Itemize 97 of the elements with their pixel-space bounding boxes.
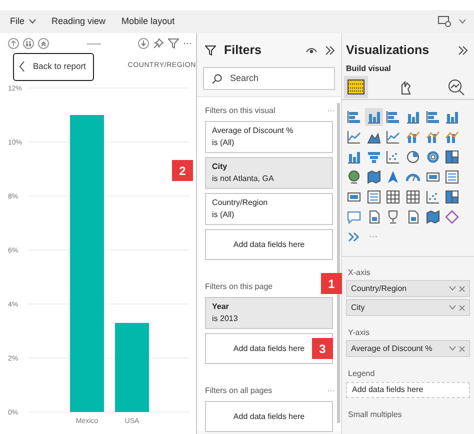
bar-chart-icon[interactable]: [347, 110, 361, 124]
treemap-icon[interactable]: [445, 150, 460, 164]
card-icon[interactable]: [347, 190, 361, 204]
card-icon[interactable]: [426, 170, 440, 184]
close-icon[interactable]: [459, 286, 465, 292]
eye-icon[interactable]: [306, 46, 317, 54]
section-title: Filters on this visual: [205, 105, 276, 117]
menu-item[interactable]: Mobile layout: [122, 14, 175, 28]
column-chart-icon[interactable]: [366, 110, 381, 124]
share-screen-icon[interactable]: [438, 16, 451, 27]
filter-icon[interactable]: [168, 38, 179, 49]
well-title: Y-axis: [348, 327, 370, 339]
column-chart-icon[interactable]: [406, 110, 420, 124]
section-title: Filters on this page: [205, 281, 273, 293]
table-icon[interactable]: [406, 190, 420, 204]
combo-chart-icon[interactable]: [445, 130, 460, 144]
field-pill[interactable]: Average of Discount %: [346, 340, 470, 357]
filter-icon: [205, 44, 216, 56]
section-title: Filters on all pages: [205, 385, 272, 397]
line-chart-icon[interactable]: [386, 130, 400, 144]
globe-icon[interactable]: [347, 170, 361, 184]
callout-number: 2: [172, 160, 193, 181]
chevron-left-icon: [19, 61, 25, 72]
map-icon[interactable]: [426, 210, 440, 224]
field-pill[interactable]: City: [346, 299, 470, 316]
close-icon[interactable]: [459, 304, 465, 310]
pie-chart-icon[interactable]: [406, 150, 420, 164]
table-icon[interactable]: [386, 190, 400, 204]
trophy-icon[interactable]: [386, 210, 400, 224]
filter-field: Country/Region: [212, 197, 326, 209]
filter-field: Average of Discount %: [212, 125, 326, 137]
drop-zone[interactable]: Add data fields here 3: [205, 333, 333, 364]
collapse-icon[interactable]: [458, 46, 468, 54]
search-field[interactable]: Search: [203, 67, 335, 90]
drill-up-icon[interactable]: [8, 38, 19, 49]
drag-handle-icon[interactable]: [86, 42, 100, 46]
column-chart-icon[interactable]: [347, 150, 361, 164]
navigation-arrow-icon[interactable]: [386, 170, 400, 184]
close-icon[interactable]: [459, 346, 465, 352]
document-icon[interactable]: [406, 210, 420, 224]
back-button[interactable]: Back to report: [13, 52, 94, 80]
filter-condition: is (All): [212, 209, 236, 221]
build-visual-icon[interactable]: [346, 77, 366, 97]
filter-card[interactable]: Year is 2013: [205, 297, 333, 329]
pin-icon[interactable]: [153, 38, 164, 49]
donut-chart-icon[interactable]: [426, 150, 440, 164]
filter-card[interactable]: Country/Region is (All): [205, 193, 333, 225]
list-icon[interactable]: [445, 170, 460, 184]
drop-zone[interactable]: Add data fields here: [346, 382, 470, 398]
field-pill[interactable]: Country/Region: [346, 280, 470, 297]
well-title: Small multiples: [348, 409, 402, 421]
drop-zone[interactable]: Add data fields here: [205, 229, 333, 260]
bar-chart-icon[interactable]: [426, 110, 440, 124]
list-icon[interactable]: [366, 190, 381, 204]
chevron-down-icon[interactable]: [449, 305, 456, 310]
filter-condition: is (All): [212, 137, 236, 149]
filter-condition: is not Atlanta, GA: [212, 173, 275, 185]
column-chart-icon[interactable]: [445, 110, 460, 124]
diamond-icon[interactable]: [445, 210, 460, 224]
chevron-down-icon[interactable]: [449, 286, 456, 291]
callout-number: 1: [321, 273, 342, 294]
chevrons-icon[interactable]: [347, 230, 361, 244]
filter-card[interactable]: Average of Discount % is (All): [205, 121, 333, 153]
callout-number: 3: [312, 338, 333, 359]
treemap-icon[interactable]: [445, 190, 460, 204]
download-icon[interactable]: [138, 38, 149, 49]
scatter-chart-icon[interactable]: [426, 190, 440, 204]
panel-title: Filters: [224, 42, 262, 59]
well-title: X-axis: [348, 267, 370, 279]
area-chart-icon[interactable]: [366, 130, 381, 144]
more-options[interactable]: ···: [183, 36, 192, 50]
analytics-icon[interactable]: [446, 77, 466, 97]
chevron-down-icon[interactable]: [459, 19, 466, 24]
scatter-chart-icon[interactable]: [386, 150, 400, 164]
collapse-icon[interactable]: [325, 46, 335, 54]
funnel-icon[interactable]: [366, 150, 381, 164]
menu-item[interactable]: File: [10, 14, 36, 28]
filter-field: Year: [212, 301, 326, 313]
speech-bubble-icon[interactable]: [347, 210, 361, 224]
bar-chart-icon[interactable]: [386, 110, 400, 124]
chevron-down-icon[interactable]: [449, 346, 456, 351]
filter-field: City: [212, 161, 326, 173]
menu-item[interactable]: Reading view: [52, 14, 106, 28]
panel-subtitle: Build visual: [345, 63, 392, 74]
more-options[interactable]: ···: [368, 230, 378, 244]
combo-chart-icon[interactable]: [426, 130, 440, 144]
map-icon[interactable]: [366, 170, 381, 184]
filter-condition: is 2013: [212, 313, 239, 325]
drill-down-icon[interactable]: [23, 38, 34, 49]
panel-title: Visualizations: [346, 42, 430, 59]
well-title: Legend: [348, 368, 375, 380]
line-chart-icon[interactable]: [347, 130, 361, 144]
drop-zone[interactable]: Add data fields here: [205, 401, 333, 432]
combo-chart-icon[interactable]: [406, 130, 420, 144]
document-icon[interactable]: [366, 210, 381, 224]
expand-icon[interactable]: [38, 38, 49, 49]
search-icon: [212, 74, 222, 84]
